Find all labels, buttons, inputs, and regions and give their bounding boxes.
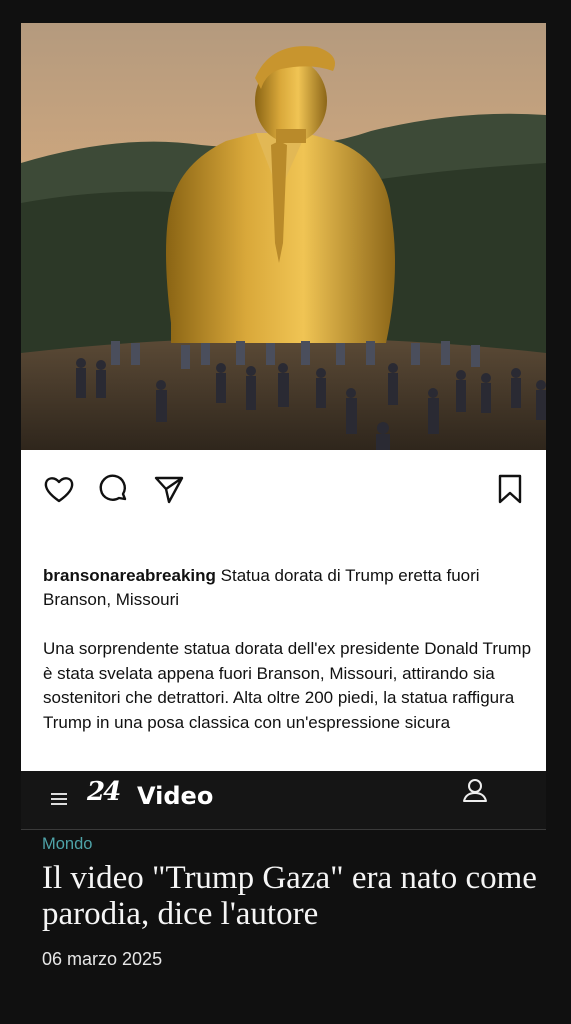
site-header: 24 Video xyxy=(21,771,546,829)
post-caption: bransonareabreaking Statua dorata di Tru… xyxy=(43,564,529,612)
header-divider xyxy=(21,829,546,830)
menu-icon[interactable] xyxy=(51,789,69,809)
article-title[interactable]: Il video "Trump Gaza" era nato come paro… xyxy=(42,860,542,932)
post-username[interactable]: bransonareabreaking xyxy=(43,566,216,585)
article-date: 06 marzo 2025 xyxy=(42,949,163,969)
instagram-post-card: bransonareabreaking Statua dorata di Tru… xyxy=(21,23,546,771)
section-title: Video xyxy=(137,782,214,810)
comment-icon[interactable] xyxy=(96,471,132,507)
user-icon[interactable] xyxy=(461,777,489,805)
site-logo[interactable]: 24 xyxy=(87,777,121,807)
heart-icon[interactable] xyxy=(41,471,77,507)
post-body-text: Una sorprendente statua dorata dell'ex p… xyxy=(43,639,532,732)
article-category[interactable]: Mondo xyxy=(42,835,92,854)
post-action-bar xyxy=(21,471,546,511)
bookmark-icon[interactable] xyxy=(492,471,528,507)
share-icon[interactable] xyxy=(151,471,187,507)
post-image[interactable] xyxy=(21,23,546,450)
